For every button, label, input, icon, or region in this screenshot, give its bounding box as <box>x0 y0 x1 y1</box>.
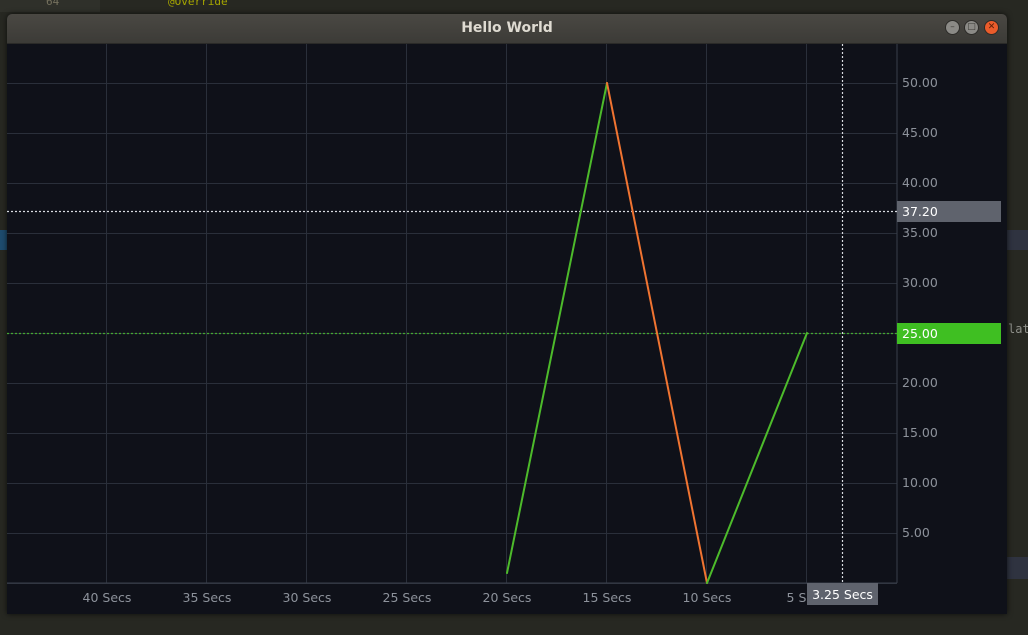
y-tick-label: 40.00 <box>902 175 938 190</box>
app-window: Hello World – □ ✕ 40 Secs 35 Secs 30 Secs 2… <box>7 14 1007 614</box>
minimize-button[interactable]: – <box>945 20 960 35</box>
window-titlebar[interactable]: Hello World – □ ✕ <box>7 14 1007 44</box>
line-chart[interactable]: 40 Secs 35 Secs 30 Secs 25 Secs 20 Secs 15 Se… <box>7 44 1007 614</box>
window-title: Hello World <box>461 20 553 36</box>
maximize-button[interactable]: □ <box>964 20 979 35</box>
editor-line-number: 64 <box>46 0 60 8</box>
editor-right-strip <box>1007 230 1028 250</box>
level-label: 25.00 <box>902 326 938 341</box>
x-tick-label: 25 Secs <box>383 590 432 605</box>
x-tick-label: 15 Secs <box>583 590 632 605</box>
editor-code-line: @Override <box>168 0 228 8</box>
x-tick-label: 20 Secs <box>483 590 532 605</box>
editor-right-strip-lower <box>1007 557 1028 579</box>
crosshair-y-label: 37.20 <box>902 204 938 219</box>
y-tick-label: 5.00 <box>902 525 930 540</box>
x-tick-label: 30 Secs <box>283 590 332 605</box>
y-tick-label: 45.00 <box>902 125 938 140</box>
editor-side-text: lat <box>1008 322 1028 336</box>
minimize-icon: – <box>950 22 955 32</box>
y-tick-label: 30.00 <box>902 275 938 290</box>
y-tick-label: 15.00 <box>902 425 938 440</box>
x-tick-label: 10 Secs <box>683 590 732 605</box>
close-button[interactable]: ✕ <box>984 20 999 35</box>
crosshair-x-label: 3.25 Secs <box>812 587 873 602</box>
y-tick-label: 50.00 <box>902 75 938 90</box>
x-tick-label: 40 Secs <box>83 590 132 605</box>
close-icon: ✕ <box>987 22 996 32</box>
y-tick-label: 35.00 <box>902 225 938 240</box>
maximize-icon: □ <box>967 22 976 32</box>
editor-left-strip <box>0 230 7 250</box>
x-tick-label: 35 Secs <box>183 590 232 605</box>
y-tick-label: 20.00 <box>902 375 938 390</box>
y-tick-label: 10.00 <box>902 475 938 490</box>
